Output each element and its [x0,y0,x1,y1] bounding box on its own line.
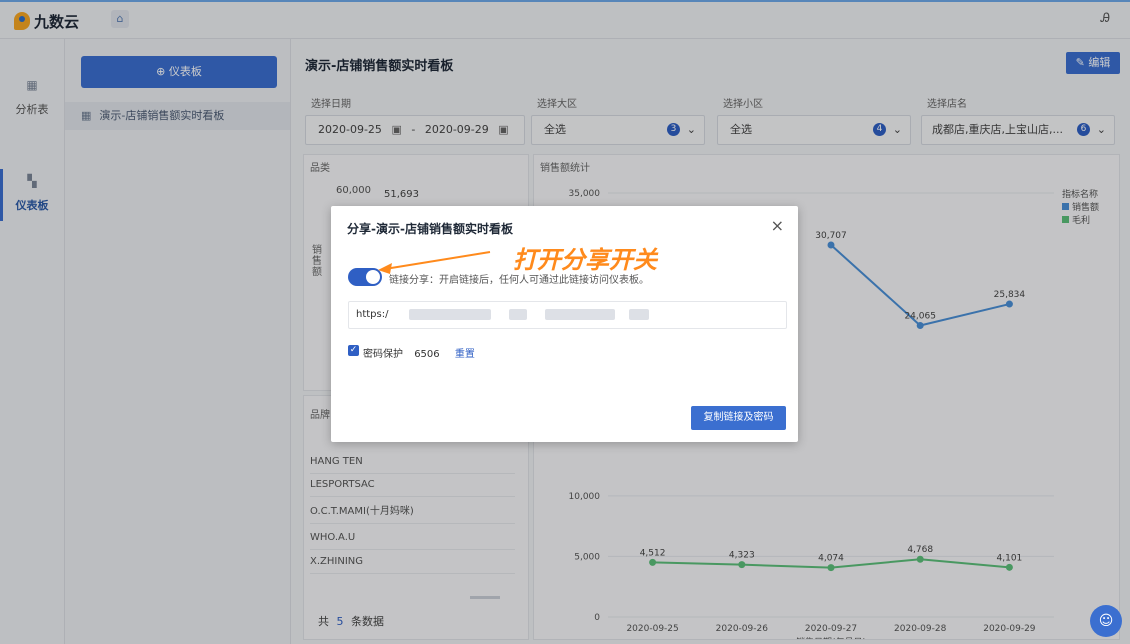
password-label: 密码保护 [363,349,403,360]
redacted-url-segment [409,309,491,320]
password-value: 6506 [414,349,440,360]
redacted-url-segment [629,309,649,320]
redacted-url-segment [509,309,527,320]
toggle-knob [366,270,380,284]
share-toggle[interactable] [348,268,382,286]
redacted-url-segment [545,309,615,320]
password-checkbox[interactable]: ✓ [348,345,359,356]
copy-link-button[interactable]: 复制链接及密码 [691,406,786,430]
chat-support-button[interactable]: ☺ [1090,605,1122,637]
reset-password-link[interactable]: 重置 [455,349,475,360]
share-url-field[interactable]: https:/ [348,301,787,329]
annotation-text: 打开分享开关 [513,246,657,274]
close-icon[interactable]: × [771,216,784,235]
password-row: 密码保护 6506 重置 [363,345,475,360]
share-dialog-title: 分享-演示-店铺销售额实时看板 [347,222,513,236]
share-url-prefix: https:/ [356,309,389,320]
